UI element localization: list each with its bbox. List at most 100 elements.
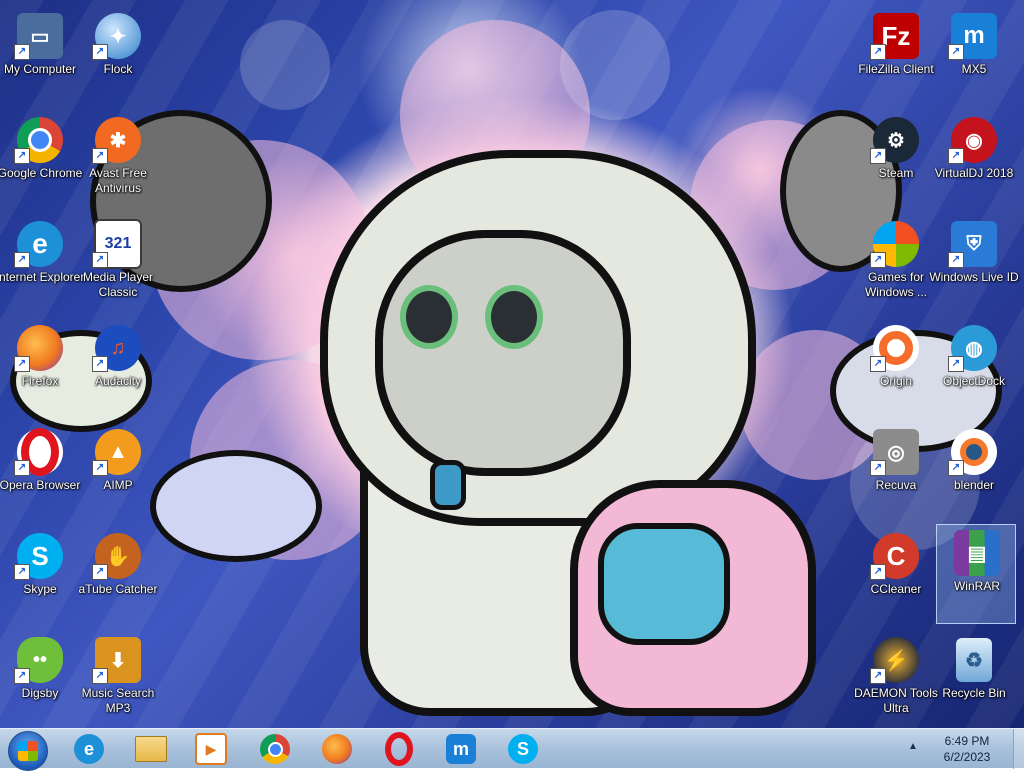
icon-label: VirtualDJ 2018	[934, 166, 1014, 180]
desktop-icon-internet-explorer[interactable]: e ↗ Internet Explorer	[0, 216, 84, 316]
shortcut-arrow-icon: ↗	[948, 460, 964, 476]
desktop-icon-objectdock[interactable]: ◍ ↗ ObjectDock	[934, 320, 1014, 420]
clock-time: 6:49 PM	[944, 734, 990, 748]
desktop-icon-skype[interactable]: S ↗ Skype	[0, 528, 80, 628]
taskbar-pin-internet-explorer[interactable]: e	[66, 731, 112, 767]
desktop-icon-filezilla[interactable]: Fz ↗ FileZilla Client	[856, 8, 936, 108]
start-button[interactable]	[8, 731, 48, 771]
shortcut-arrow-icon: ↗	[14, 564, 30, 580]
icon-label: MX5	[961, 62, 987, 76]
shortcut-arrow-icon: ↗	[14, 252, 30, 268]
desktop-icon-media-player-classic[interactable]: 321 ↗ Media Player Classic	[78, 216, 158, 316]
desktop-icon-recuva[interactable]: ◎ ↗ Recuva	[856, 424, 936, 524]
shortcut-arrow-icon: ↗	[92, 564, 108, 580]
icon-label: blender	[953, 478, 995, 492]
desktop-icon-daemon-tools[interactable]: ⚡ ↗ DAEMON Tools Ultra	[854, 632, 938, 728]
desktop-icon-virtualdj[interactable]: ◉ ↗ VirtualDJ 2018	[934, 112, 1014, 212]
desktop-icon-flock[interactable]: ✦ ↗ Flock	[78, 8, 158, 108]
icon-label: aTube Catcher	[78, 582, 158, 596]
shortcut-arrow-icon: ↗	[14, 460, 30, 476]
taskbar-pin-media-player[interactable]: ▶	[188, 731, 234, 767]
shortcut-arrow-icon: ↗	[14, 148, 30, 164]
icon-label: WinRAR	[953, 579, 1000, 593]
taskbar-pin-firefox[interactable]	[314, 731, 360, 767]
shortcut-arrow-icon: ↗	[870, 668, 886, 684]
windows-start-icon	[18, 741, 38, 761]
taskbar-pin-file-explorer[interactable]	[128, 731, 174, 767]
icon-label: AIMP	[103, 478, 133, 492]
desktop-icon-origin[interactable]: ↗ Origin	[856, 320, 936, 420]
ie-icon: e	[74, 734, 104, 764]
shortcut-arrow-icon: ↗	[92, 252, 108, 268]
shortcut-arrow-icon: ↗	[92, 356, 108, 372]
wallpaper-pink-cat	[570, 480, 816, 716]
shortcut-arrow-icon: ↗	[870, 460, 886, 476]
desktop-icon-atube-catcher[interactable]: ✋ ↗ aTube Catcher	[78, 528, 158, 628]
desktop-icon-google-chrome[interactable]: ↗ Google Chrome	[0, 112, 82, 212]
shortcut-arrow-icon: ↗	[92, 668, 108, 684]
shortcut-arrow-icon: ↗	[870, 252, 886, 268]
opera-icon	[385, 732, 413, 766]
icon-label: Windows Live ID	[929, 270, 1019, 284]
taskbar-pin-mx5[interactable]: m	[438, 731, 484, 767]
icon-label: Flock	[103, 62, 133, 76]
recycle-bin-icon: ♻	[950, 636, 998, 684]
desktop-icon-blender[interactable]: ↗ blender	[934, 424, 1014, 524]
system-tray: ▲ 6:49 PM 6/2/2023	[904, 729, 1024, 769]
desktop-icon-winrar[interactable]: ▤ WinRAR	[936, 524, 1016, 624]
desktop-icon-music-search-mp3[interactable]: ⬇ ↗ Music Search MP3	[78, 632, 158, 728]
taskbar: e ▶ m S ▲ 6:49 PM 6/2/2023	[0, 728, 1024, 771]
folder-icon	[135, 736, 167, 762]
desktop-icon-steam[interactable]: ⚙ ↗ Steam	[856, 112, 936, 212]
winrar-icon: ▤	[953, 529, 1001, 577]
taskbar-pin-opera[interactable]	[376, 731, 422, 767]
wallpaper-bubble	[240, 20, 330, 110]
firefox-icon	[322, 734, 352, 764]
shortcut-arrow-icon: ↗	[14, 44, 30, 60]
clock[interactable]: 6:49 PM 6/2/2023	[930, 733, 1004, 765]
shortcut-arrow-icon: ↗	[870, 564, 886, 580]
shortcut-arrow-icon: ↗	[92, 44, 108, 60]
desktop-icon-mx5[interactable]: m ↗ MX5	[934, 8, 1014, 108]
taskbar-pin-chrome[interactable]	[252, 731, 298, 767]
shortcut-arrow-icon: ↗	[870, 148, 886, 164]
show-hidden-icons-button[interactable]: ▲	[908, 741, 918, 752]
icon-label: CCleaner	[870, 582, 922, 596]
desktop-icon-games-for-windows[interactable]: ↗ Games for Windows ...	[856, 216, 936, 316]
icon-label: Recycle Bin	[942, 686, 1006, 700]
desktop[interactable]: ▭ ↗ My Computer ↗ Google Chrome e ↗ Inte…	[0, 0, 1024, 728]
desktop-icon-windows-live-id[interactable]: ⛨ ↗ Windows Live ID	[929, 216, 1019, 316]
icon-label: Media Player Classic	[82, 270, 154, 299]
desktop-icon-avast[interactable]: ✱ ↗ Avast Free Antivirus	[78, 112, 158, 212]
desktop-icon-digsby[interactable]: •• ↗ Digsby	[0, 632, 80, 728]
wallpaper-mouse-character	[150, 450, 322, 562]
clock-date: 6/2/2023	[943, 750, 991, 764]
shortcut-arrow-icon: ↗	[870, 356, 886, 372]
shortcut-arrow-icon: ↗	[948, 44, 964, 60]
shortcut-arrow-icon: ↗	[948, 252, 964, 268]
shortcut-arrow-icon: ↗	[92, 148, 108, 164]
icon-label: Audacity	[94, 374, 142, 388]
desktop-icon-my-computer[interactable]: ▭ ↗ My Computer	[0, 8, 80, 108]
wallpaper-bubble	[560, 10, 670, 120]
taskbar-pin-skype[interactable]: S	[500, 731, 546, 767]
icon-label: Avast Free Antivirus	[89, 166, 147, 195]
desktop-icon-firefox[interactable]: ↗ Firefox	[0, 320, 80, 420]
media-player-icon: ▶	[195, 733, 227, 765]
shortcut-arrow-icon: ↗	[92, 460, 108, 476]
desktop-icon-aimp[interactable]: ▲ ↗ AIMP	[78, 424, 158, 524]
desktop-icon-audacity[interactable]: ♫ ↗ Audacity	[78, 320, 158, 420]
show-desktop-button[interactable]	[1013, 729, 1024, 769]
desktop-icon-ccleaner[interactable]: C ↗ CCleaner	[856, 528, 936, 628]
shortcut-arrow-icon: ↗	[14, 356, 30, 372]
icon-label: Music Search MP3	[81, 686, 155, 715]
mx5-icon: m	[446, 734, 476, 764]
desktop-icon-recycle-bin[interactable]: ♻ Recycle Bin	[934, 632, 1014, 728]
chrome-icon	[260, 734, 290, 764]
desktop-icon-opera-browser[interactable]: ↗ Opera Browser	[0, 424, 80, 524]
shortcut-arrow-icon: ↗	[948, 356, 964, 372]
skype-icon: S	[508, 734, 538, 764]
shortcut-arrow-icon: ↗	[870, 44, 886, 60]
icon-label: ObjectDock	[942, 374, 1006, 388]
shortcut-arrow-icon: ↗	[948, 148, 964, 164]
